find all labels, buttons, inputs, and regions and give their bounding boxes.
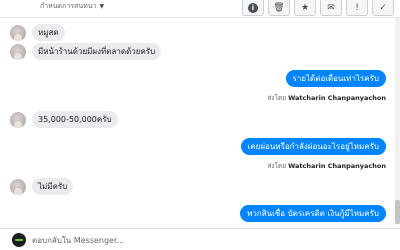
chevron-down-icon: ▼ <box>99 3 105 10</box>
assign-conversation-dropdown[interactable]: กำหนดการสนทนา ▼ <box>40 1 104 12</box>
scrollbar-track[interactable] <box>395 18 400 224</box>
mail-icon: ✉ <box>327 2 335 13</box>
assign-label: กำหนดการสนทนา <box>40 2 97 10</box>
outgoing-message: พวกสินเชื่อ บัตรเครดิต เงินกู้มีไหมครับ <box>240 205 386 222</box>
delete-button[interactable]: 🗑 <box>268 0 290 16</box>
avatar[interactable] <box>10 44 26 60</box>
star-icon: ★ <box>300 2 310 13</box>
incoming-message: มีหน้าร้านด้วยมีผงที่ตลาดด้วยครับ <box>32 43 162 60</box>
info-icon: i <box>248 2 258 13</box>
sent-by-prefix: ส่งโดย <box>267 162 287 170</box>
check-icon: ✓ <box>379 2 387 13</box>
mail-button[interactable]: ✉ <box>320 0 342 16</box>
message-composer <box>0 228 400 250</box>
sender-name[interactable]: Watcharin Chanpanyachon <box>288 162 386 170</box>
incoming-message: หมูสด <box>32 24 65 41</box>
sent-by-label: ส่งโดย Watcharin Chanpanyachon <box>267 93 386 103</box>
page-logo-icon <box>12 233 26 247</box>
done-button[interactable]: ✓ <box>372 0 394 16</box>
incoming-message: 35,000-50,000ครับ <box>32 111 118 128</box>
alert-icon: ! <box>355 2 359 13</box>
reply-input[interactable] <box>32 233 372 247</box>
avatar[interactable] <box>10 25 26 41</box>
scrollbar-thumb[interactable] <box>395 200 400 224</box>
outgoing-message: เคยผ่อนหรือกำลังผ่อนอะไรอยู่ไหมครับ <box>240 138 386 155</box>
sent-by-label: ส่งโดย Watcharin Chanpanyachon <box>267 161 386 171</box>
conversation-toolbar: กำหนดการสนทนา ▼ i 🗑 ★ ✉ ! ✓ <box>0 0 400 18</box>
toolbar-actions: i 🗑 ★ ✉ ! ✓ <box>242 0 394 16</box>
trash-icon: 🗑 <box>273 2 285 13</box>
sender-name[interactable]: Watcharin Chanpanyachon <box>288 94 386 102</box>
sent-by-prefix: ส่งโดย <box>267 94 287 102</box>
incoming-message: ไม่มีครับ <box>32 178 74 195</box>
outgoing-message: รายได้ต่อเดือนเท่าไรครับ <box>285 70 386 87</box>
avatar[interactable] <box>10 112 26 128</box>
info-button[interactable]: i <box>242 0 264 16</box>
avatar[interactable] <box>10 179 26 195</box>
report-button[interactable]: ! <box>346 0 368 16</box>
star-button[interactable]: ★ <box>294 0 316 16</box>
